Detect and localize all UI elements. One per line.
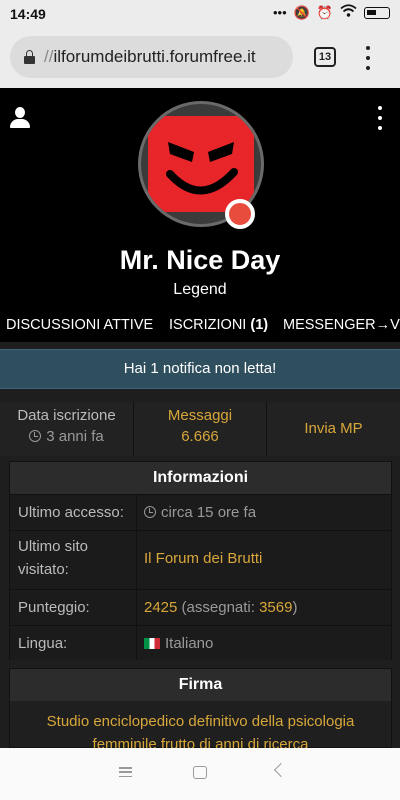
recents-icon[interactable] <box>119 767 132 777</box>
last-site-label-line2: visitato: <box>18 561 69 578</box>
system-nav-bar <box>0 748 400 800</box>
home-icon[interactable] <box>193 766 207 779</box>
stat-joined-label: Data iscrizione <box>17 407 116 424</box>
last-access-value: circa 15 ore fa <box>144 504 256 521</box>
last-site-link[interactable]: Il Forum dei Brutti <box>144 550 262 567</box>
last-site-label-line1: Ultimo sito <box>18 538 89 555</box>
profile-menu-icon[interactable] <box>375 106 385 130</box>
mute-icon: 🔕 <box>293 5 310 20</box>
send-pm-button[interactable]: Invia MP <box>267 402 400 456</box>
clock-icon <box>144 506 156 518</box>
url-host: ilforumdeibrutti.forumfree.it <box>53 47 256 66</box>
info-row-score: Punteggio: 2425 (assegnati: 3569) <box>10 589 391 625</box>
italy-flag-icon <box>144 638 160 649</box>
status-icons: ••• 🔕 ⏰ <box>273 4 390 22</box>
score-label: Punteggio: <box>18 599 90 616</box>
url-scheme: // <box>44 47 54 66</box>
tab-discussioni-attive[interactable]: DISCUSSIONI ATTIVE <box>6 317 153 333</box>
last-access-label: Ultimo accesso: <box>18 504 124 521</box>
wifi-icon <box>340 4 357 22</box>
tab-iscrizioni-count: (1) <box>250 317 269 333</box>
stat-joined: Data iscrizione 3 anni fa <box>0 402 133 456</box>
language-label: Lingua: <box>18 635 68 652</box>
send-pm-label: Invia MP <box>304 420 363 437</box>
signature-title: Firma <box>10 669 391 701</box>
clock-icon <box>29 430 42 442</box>
online-status-dot <box>225 199 255 229</box>
stat-messages-label: Messaggi <box>167 407 233 424</box>
url-bar[interactable]: // ilforumdeibrutti.forumfree.it <box>10 36 293 78</box>
info-panel: Informazioni Ultimo accesso: circa 15 or… <box>9 461 392 660</box>
tab-switcher-button[interactable]: 13 <box>314 47 336 67</box>
stat-messages[interactable]: Messaggi 6.666 <box>133 402 267 456</box>
profile-tabs: DISCUSSIONI ATTIVE ISCRIZIONI (1) MESSEN… <box>0 314 400 338</box>
browser-toolbar: // ilforumdeibrutti.forumfree.it 13 <box>0 28 400 88</box>
info-row-language: Lingua: Italiano <box>10 625 391 660</box>
language-value: Italiano <box>144 635 213 652</box>
profile-stats: Data iscrizione 3 anni fa Messaggi 6.666… <box>0 402 400 456</box>
dots-icon: ••• <box>272 5 287 20</box>
info-panel-title: Informazioni <box>10 462 391 494</box>
browser-menu-icon[interactable] <box>363 46 373 70</box>
tab-messenger[interactable]: MESSENGER→VC <box>283 317 400 333</box>
battery-icon <box>364 7 390 19</box>
user-icon[interactable] <box>9 107 31 129</box>
info-row-last-site: Ultimo sito visitato: Il Forum dei Brutt… <box>10 530 391 589</box>
devil-smiley-icon <box>148 116 254 212</box>
alarm-icon: ⏰ <box>316 5 333 20</box>
stat-joined-value: 3 anni fa <box>0 428 133 445</box>
back-icon[interactable] <box>273 762 289 778</box>
status-time: 14:49 <box>10 6 46 22</box>
status-bar: 14:49 ••• 🔕 ⏰ <box>0 0 400 28</box>
notification-banner[interactable]: Hai 1 notifica non letta! <box>0 349 400 389</box>
tab-iscrizioni[interactable]: ISCRIZIONI (1) <box>169 317 268 333</box>
profile-header: Mr. Nice Day Legend DISCUSSIONI ATTIVE I… <box>0 88 400 342</box>
stat-messages-value: 6.666 <box>181 428 219 445</box>
signature-panel: Firma Studio enciclopedico definitivo de… <box>9 668 392 753</box>
score-value: 2425 (assegnati: 3569) <box>144 599 298 616</box>
profile-username: Mr. Nice Day <box>119 245 281 275</box>
profile-rank: Legend <box>173 281 227 298</box>
lock-icon <box>24 50 35 64</box>
info-row-last-access: Ultimo accesso: circa 15 ore fa <box>10 494 391 530</box>
